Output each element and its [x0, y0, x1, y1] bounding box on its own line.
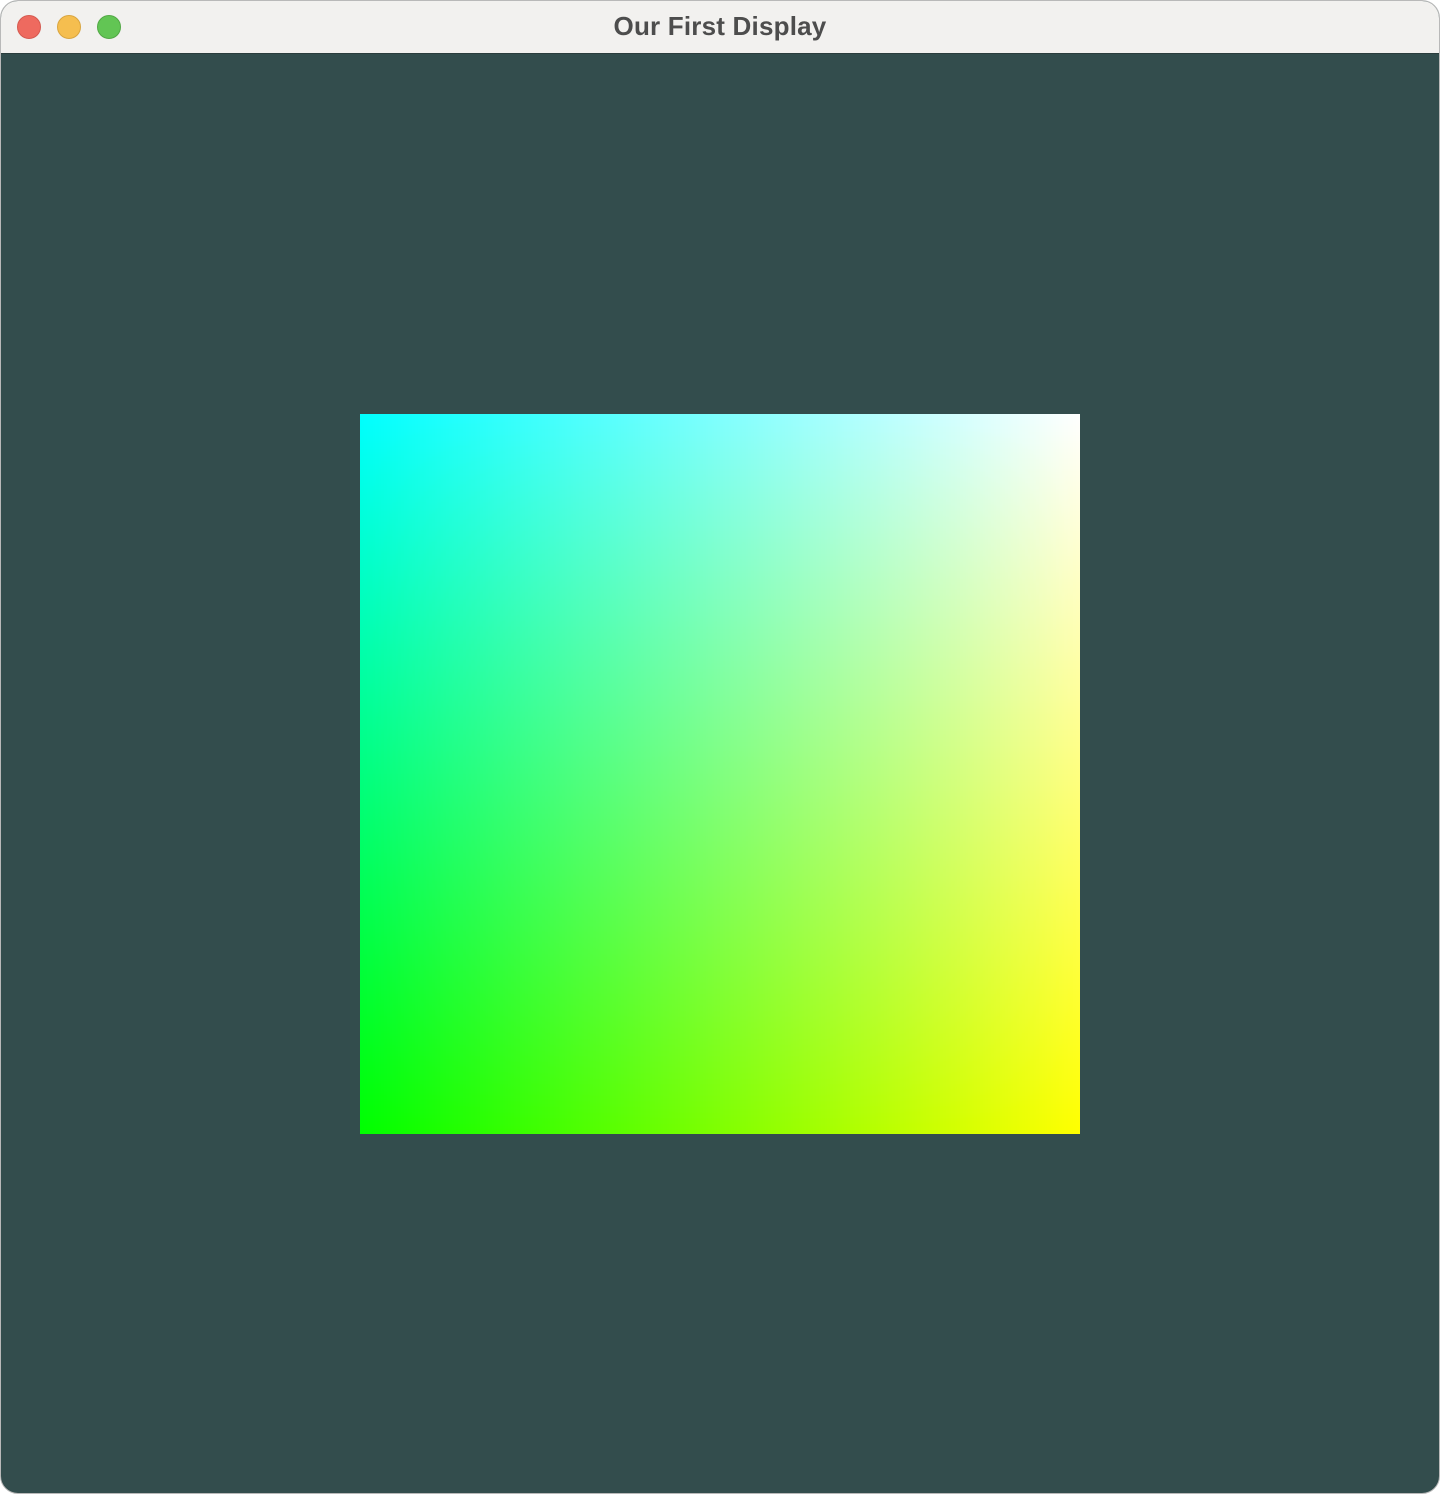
title-bar[interactable]: Our First Display	[1, 1, 1439, 54]
render-viewport	[1, 54, 1439, 1493]
app-window: Our First Display	[0, 0, 1440, 1494]
quad-overlay-layer	[360, 414, 1080, 1134]
gradient-quad	[360, 414, 1080, 1134]
window-title: Our First Display	[613, 11, 827, 41]
